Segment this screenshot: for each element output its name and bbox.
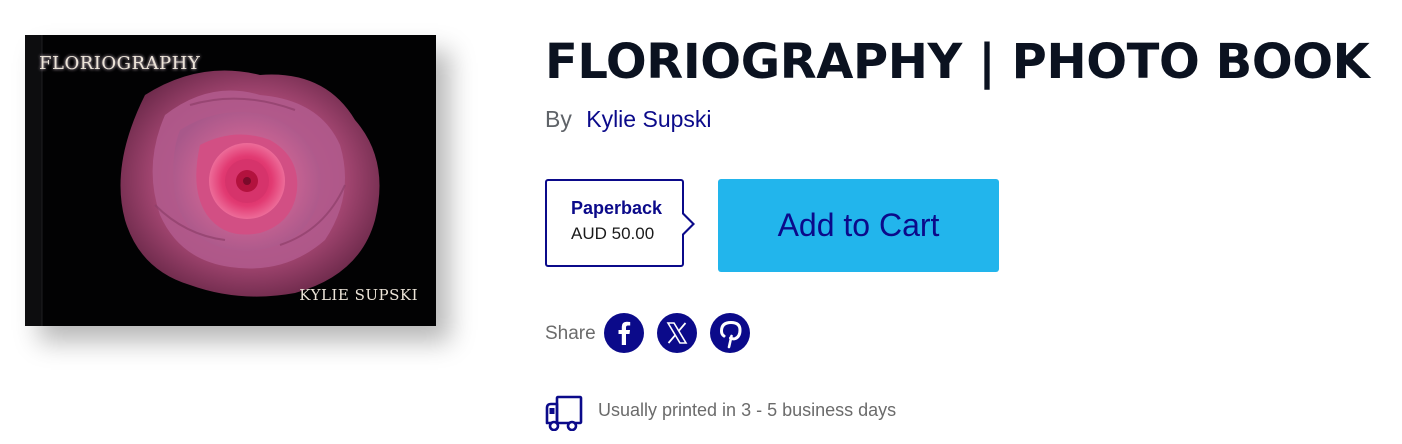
cover-title: FLORIOGRAPHY: [39, 53, 201, 74]
facebook-icon[interactable]: [604, 313, 644, 353]
pinterest-icon[interactable]: [710, 313, 750, 353]
format-option-paperback[interactable]: Paperback AUD 50.00: [545, 179, 695, 267]
format-name: Paperback: [571, 198, 663, 218]
byline: By Kylie Supski: [545, 106, 712, 133]
format-price: AUD 50.00: [571, 224, 655, 243]
rose-illustration: [25, 35, 380, 326]
selected-arrow-fill: [681, 213, 692, 235]
author-link[interactable]: Kylie Supski: [586, 106, 711, 132]
cover-author: KYLIE SUPSKI: [299, 286, 418, 304]
share-label: Share: [545, 323, 596, 344]
truck-icon: [545, 395, 583, 431]
by-label: By: [545, 106, 572, 132]
add-to-cart-button[interactable]: Add to Cart: [718, 179, 999, 272]
book-cover-image: FLORIOGRAPHY KYLIE SUPSKI: [25, 35, 436, 326]
shipping-estimate: Usually printed in 3 - 5 business days: [598, 400, 897, 420]
page-title: FLORIOGRAPHY | PHOTO BOOK: [545, 34, 1370, 90]
x-icon[interactable]: [657, 313, 697, 353]
